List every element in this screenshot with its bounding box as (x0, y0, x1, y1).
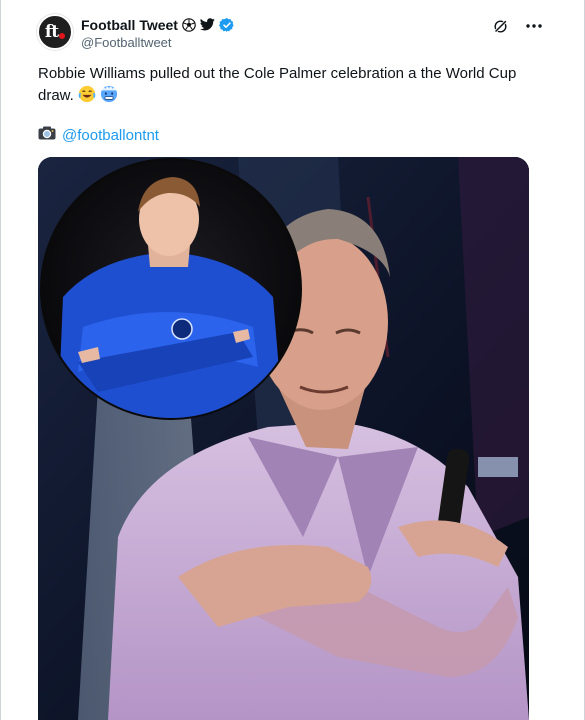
avatar-logo-text: ft (44, 22, 59, 42)
verified-badge-icon[interactable] (218, 17, 235, 33)
tweet-text: Robbie Williams pulled out the Cole Palm… (38, 63, 538, 110)
tweet-media[interactable] (38, 157, 529, 720)
cold-face-emoji (100, 85, 118, 110)
avatar-dot-icon (59, 33, 66, 39)
source-credit: @footballontnt (38, 126, 159, 145)
soccer-ball-icon (181, 17, 197, 33)
tweet-header: ft Football Tweet @Footballtweet (37, 14, 544, 54)
display-name[interactable]: Football Tweet (81, 17, 178, 33)
author-handle[interactable]: @Footballtweet (81, 35, 235, 50)
media-photo (38, 157, 529, 720)
more-icon[interactable] (524, 16, 544, 36)
laughing-emoji (78, 85, 96, 110)
source-handle-link[interactable]: @footballontnt (62, 127, 159, 144)
header-actions (490, 16, 544, 36)
avatar[interactable]: ft (37, 14, 73, 50)
twitter-bird-icon (200, 17, 216, 33)
grok-icon[interactable] (490, 16, 510, 36)
author-info: Football Tweet @Footballtweet (81, 15, 235, 50)
camera-icon (38, 126, 56, 145)
tweet-card: ft Football Tweet @Footballtweet Robbie … (0, 0, 585, 720)
